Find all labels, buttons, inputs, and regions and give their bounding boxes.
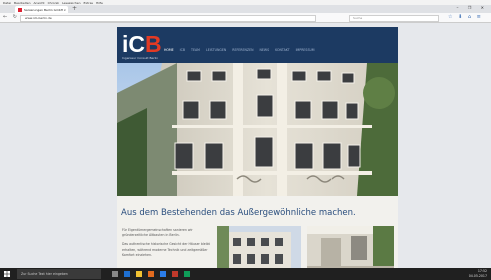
logo-letter-b: B	[145, 31, 162, 57]
edge-browser-icon[interactable]	[124, 271, 130, 277]
os-taskbar: Zur Suche Text hier eingeben 17:52 04.05…	[0, 268, 491, 280]
menu-item-view[interactable]: Ansicht	[34, 1, 45, 5]
menu-item-file[interactable]: Datei	[3, 1, 11, 5]
menu-item-edit[interactable]: Bearbeiten	[14, 1, 30, 5]
back-reload-buttons[interactable]: ← ↻	[3, 14, 19, 20]
menu-item-tools[interactable]: Extras	[84, 1, 93, 5]
tab-title: Sanierungen Berlin GmbH	[24, 7, 64, 12]
site-logo[interactable]: iCB	[122, 32, 162, 56]
system-tray-clock[interactable]: 17:52 04.05.2017	[469, 269, 487, 279]
app-icon[interactable]	[172, 271, 178, 277]
search-bar[interactable]: Suche	[349, 15, 439, 22]
site-favicon-icon	[18, 7, 22, 12]
file-explorer-icon[interactable]	[136, 271, 142, 277]
main-navigation: HOME ICB TEAM LEISTUNGEN REFERENZEN NEWS…	[164, 48, 315, 52]
url-bar[interactable]: www.icb-berlin.de	[20, 15, 316, 22]
hero-building-photo	[117, 63, 398, 196]
nav-item-referenzen[interactable]: REFERENZEN	[232, 48, 253, 52]
menu-item-help[interactable]: Hilfe	[96, 1, 103, 5]
browser-tab[interactable]: Sanierungen Berlin GmbH ×	[15, 6, 68, 13]
nav-item-kontakt[interactable]: KONTAKT	[275, 48, 289, 52]
tab-close-icon[interactable]: ×	[63, 8, 66, 12]
page-headline: Aus dem Bestehenden das Außergewöhnliche…	[121, 208, 356, 218]
website-container: iCB Ingenieur Consult Berlin HOME ICB TE…	[117, 27, 398, 268]
toolbar-icons[interactable]: ☆ ⬇ ⌂ ≡	[448, 14, 483, 20]
menu-item-bookmarks[interactable]: Lesezeichen	[62, 1, 80, 5]
intro-paragraph-2: Das authentische historische Gesicht der…	[122, 242, 210, 257]
logo-tagline: Ingenieur Consult Berlin	[122, 56, 159, 60]
windows-start-icon[interactable]	[4, 271, 10, 277]
menu-item-history[interactable]: Chronik	[48, 1, 59, 5]
intro-text: Für Eigentümergemeinschaften sanieren wi…	[122, 228, 211, 258]
nav-item-news[interactable]: NEWS	[260, 48, 270, 52]
store-icon[interactable]	[184, 271, 190, 277]
clock-date: 04.05.2017	[468, 274, 487, 278]
navigation-toolbar: ← ↻ www.icb-berlin.de Suche ☆ ⬇ ⌂ ≡	[0, 13, 491, 23]
site-header: iCB Ingenieur Consult Berlin HOME ICB TE…	[117, 27, 398, 63]
page-viewport: iCB Ingenieur Consult Berlin HOME ICB TE…	[0, 23, 491, 268]
nav-item-icb[interactable]: ICB	[180, 48, 185, 52]
intro-paragraph-1: Für Eigentümergemeinschaften sanieren wi…	[122, 228, 193, 238]
nav-item-home[interactable]: HOME	[164, 48, 174, 52]
nav-item-impressum[interactable]: IMPRESSUM	[296, 48, 315, 52]
task-view-icon[interactable]	[112, 271, 118, 277]
reference-photo-1[interactable]	[217, 226, 301, 268]
taskbar-pinned-apps	[112, 271, 190, 277]
logo-letters-ic: iC	[122, 31, 145, 57]
reference-photo-2[interactable]	[307, 226, 394, 268]
window-controls[interactable]: – ❐ ✕	[457, 5, 488, 10]
mail-icon[interactable]	[160, 271, 166, 277]
nav-item-team[interactable]: TEAM	[191, 48, 200, 52]
tab-strip: Sanierungen Berlin GmbH × + – ❐ ✕	[0, 5, 491, 13]
firefox-icon[interactable]	[148, 271, 154, 277]
taskbar-search-input[interactable]: Zur Suche Text hier eingeben	[17, 269, 101, 279]
nav-item-leistungen[interactable]: LEISTUNGEN	[206, 48, 226, 52]
new-tab-button[interactable]: +	[72, 6, 77, 12]
